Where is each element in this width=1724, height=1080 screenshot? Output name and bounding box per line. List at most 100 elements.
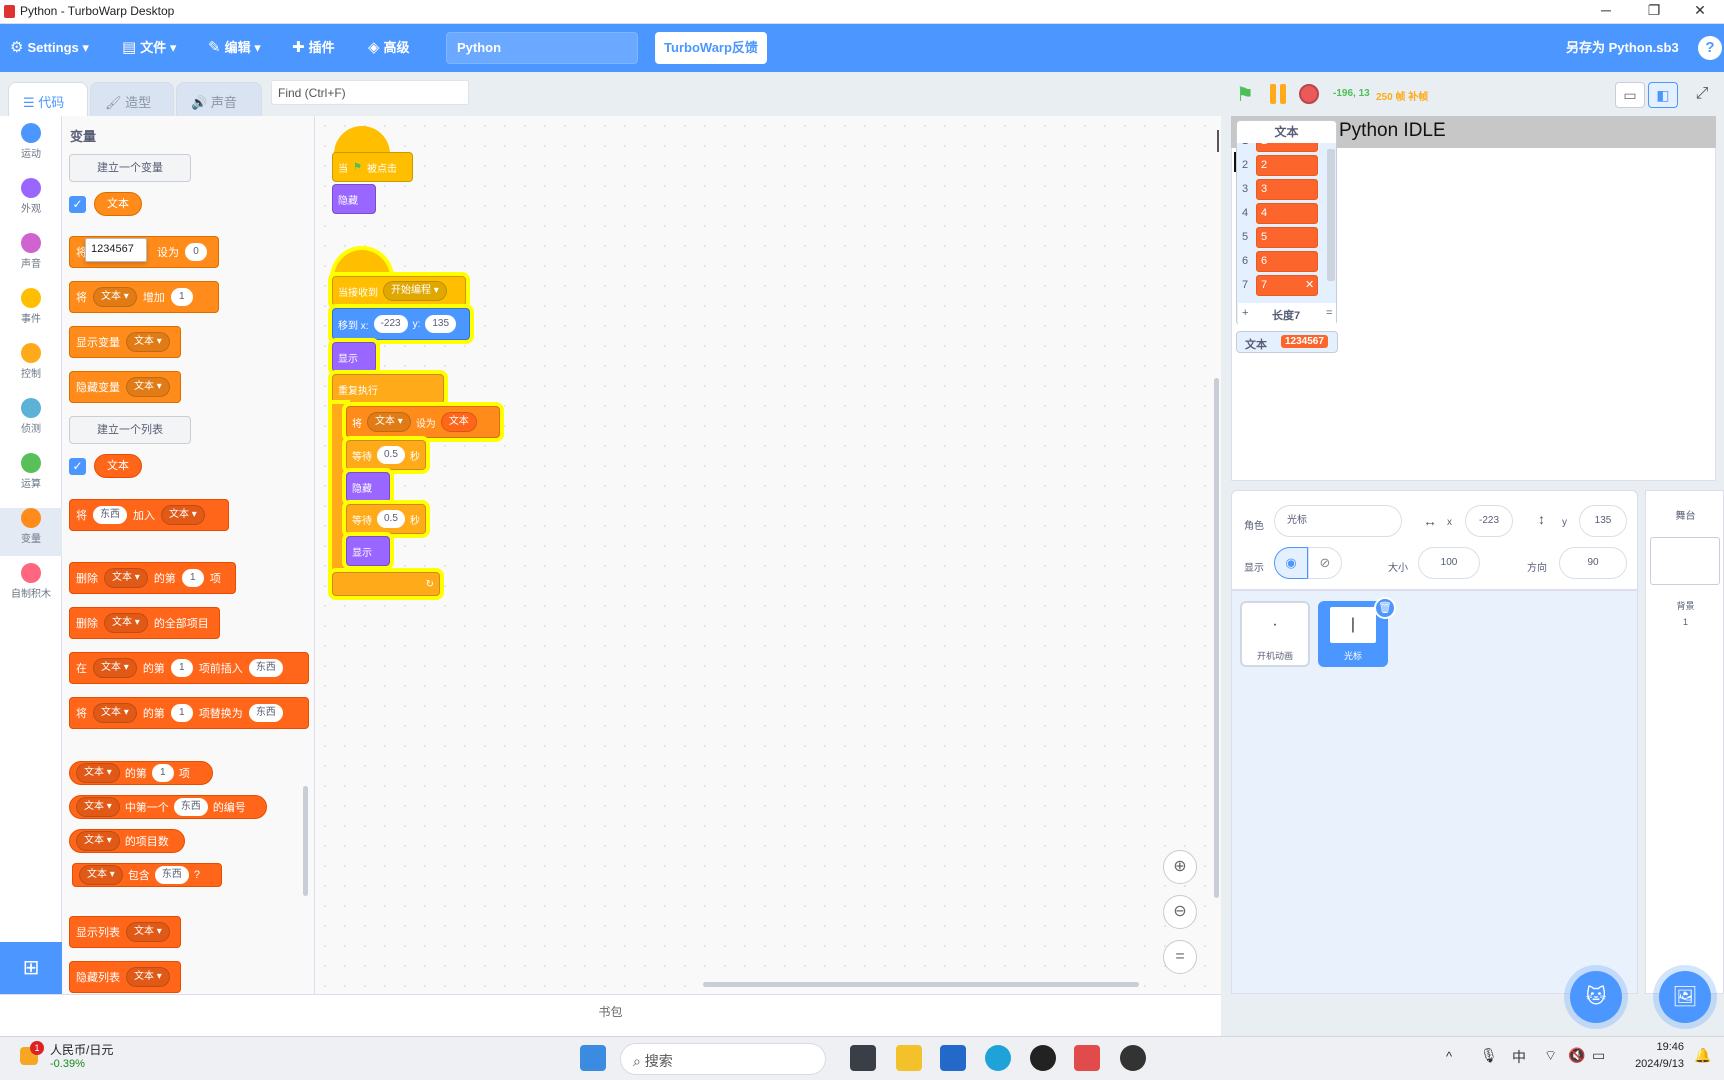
- small-stage-icon[interactable]: ▭: [1615, 82, 1645, 108]
- pause-icon[interactable]: [1268, 84, 1288, 104]
- turbowarp-taskbar-icon[interactable]: [1074, 1045, 1100, 1071]
- help-button[interactable]: ?: [1698, 36, 1722, 60]
- set-variable-block[interactable]: 将文本 ▾ 设为 文本: [346, 406, 500, 438]
- category-item[interactable]: 变量: [0, 508, 62, 556]
- minimize-icon[interactable]: ─: [1586, 2, 1626, 22]
- hide-sprite-eye-icon[interactable]: ⊘: [1308, 547, 1342, 579]
- size-input[interactable]: 100: [1418, 547, 1480, 579]
- category-item[interactable]: 控制: [0, 343, 62, 391]
- find-input[interactable]: Find (Ctrl+F): [271, 80, 469, 105]
- tab-code[interactable]: ☰ 代码: [8, 82, 88, 118]
- category-item[interactable]: 外观: [0, 178, 62, 226]
- horizontal-scrollbar[interactable]: [703, 982, 1139, 987]
- add-sprite-button[interactable]: 🐱: [1570, 971, 1622, 1023]
- list-item[interactable]: 11: [1237, 143, 1336, 153]
- zoom-reset-icon[interactable]: =: [1163, 940, 1197, 974]
- store-icon[interactable]: [940, 1045, 966, 1071]
- change-variable-block[interactable]: 将文本 ▾ 增加 1: [69, 281, 219, 313]
- list-contains-boolean[interactable]: 文本 ▾ 包含 东西?: [72, 863, 222, 887]
- length-of-list-reporter[interactable]: 文本 ▾ 的项目数: [69, 829, 185, 853]
- show-block[interactable]: 显示: [332, 342, 376, 372]
- list-item[interactable]: 66: [1237, 249, 1336, 273]
- list-item[interactable]: 22: [1237, 153, 1336, 177]
- x-input[interactable]: -223: [1465, 505, 1513, 537]
- delete-item-block[interactable]: 删除 文本 ▾ 的第 1 项: [69, 562, 236, 594]
- list-scrollbar[interactable]: [1327, 149, 1335, 281]
- list-reporter[interactable]: 文本: [94, 454, 142, 478]
- zoom-in-icon[interactable]: ⊕: [1163, 850, 1197, 884]
- add-backdrop-button[interactable]: 🖼: [1659, 971, 1711, 1023]
- green-flag-icon[interactable]: ⚑: [1236, 82, 1256, 106]
- file-explorer-icon[interactable]: [896, 1045, 922, 1071]
- list-item-value[interactable]: 3: [1256, 179, 1318, 200]
- taskbar-search[interactable]: ⌕ 搜索: [620, 1043, 826, 1075]
- obs-icon[interactable]: [1120, 1045, 1146, 1071]
- hide-block[interactable]: 隐藏: [332, 184, 376, 214]
- start-icon[interactable]: [580, 1045, 606, 1071]
- list-item-value[interactable]: 5: [1256, 227, 1318, 248]
- add-to-list-block[interactable]: 将东西 加入 文本 ▾: [69, 499, 229, 531]
- stage-selector[interactable]: 舞台 背景 1: [1645, 490, 1724, 994]
- list-monitor[interactable]: 文本 11223344556677✕ + 长度7 =: [1236, 120, 1337, 325]
- advanced-menu[interactable]: ◈ 高级: [368, 24, 410, 72]
- close-icon[interactable]: ✕: [1305, 278, 1314, 291]
- make-variable-button[interactable]: 建立一个变量: [69, 154, 191, 182]
- list-item[interactable]: 7 7 ✕: [1237, 273, 1336, 297]
- list-item[interactable]: 33: [1237, 177, 1336, 201]
- show-block[interactable]: 显示: [346, 536, 390, 566]
- file-menu[interactable]: ▤ 文件 ▾: [122, 24, 176, 72]
- list-add-button[interactable]: +: [1242, 307, 1248, 319]
- sprite-tile[interactable]: · 开机动画: [1240, 601, 1310, 667]
- project-title-input[interactable]: Python: [446, 32, 638, 64]
- list-item[interactable]: 44: [1237, 201, 1336, 225]
- save-as-button[interactable]: 另存为 Python.sb3: [1566, 24, 1679, 72]
- wait-block[interactable]: 等待 0.5 秒: [346, 440, 426, 470]
- variable-checkbox[interactable]: ✓: [69, 196, 86, 213]
- category-item[interactable]: 声音: [0, 233, 62, 281]
- task-view-icon[interactable]: [850, 1045, 876, 1071]
- list-item[interactable]: 55: [1237, 225, 1336, 249]
- when-flag-clicked-block[interactable]: 当 ⚑ 被点击: [332, 152, 413, 182]
- ime-indicator[interactable]: 中: [1512, 1047, 1526, 1067]
- y-input[interactable]: 135: [1579, 505, 1627, 537]
- edge-icon[interactable]: [985, 1045, 1011, 1071]
- list-item-value[interactable]: 1: [1256, 143, 1318, 152]
- item-of-list-reporter[interactable]: 文本 ▾ 的第 1 项: [69, 761, 213, 785]
- hide-variable-block[interactable]: 隐藏变量 文本 ▾: [69, 371, 181, 403]
- hide-block[interactable]: 隐藏: [346, 472, 390, 502]
- when-receive-block[interactable]: 当接收到 开始编程 ▾: [332, 276, 466, 306]
- restore-icon[interactable]: ❐: [1634, 2, 1674, 22]
- stock-name[interactable]: 人民币/日元: [50, 1041, 113, 1058]
- category-item[interactable]: 自制积木: [0, 563, 62, 611]
- direction-input[interactable]: 90: [1559, 547, 1627, 579]
- variable-reporter[interactable]: 文本: [94, 192, 142, 216]
- make-list-button[interactable]: 建立一个列表: [69, 416, 191, 444]
- clock-date[interactable]: 2024/9/13: [1618, 1058, 1684, 1070]
- category-item[interactable]: 事件: [0, 288, 62, 336]
- wifi-icon[interactable]: ⌔: [1544, 1047, 1557, 1065]
- show-variable-block[interactable]: 显示变量 文本 ▾: [69, 326, 181, 358]
- script-area[interactable]: 当 ⚑ 被点击 隐藏 当接收到 开始编程 ▾ 移到 x: -223 y: 135 显示 重复…: [315, 116, 1221, 994]
- notification-bell-icon[interactable]: 🔔: [1694, 1047, 1711, 1064]
- show-list-block[interactable]: 显示列表 文本 ▾: [69, 916, 181, 948]
- sprite-name-input[interactable]: 光标: [1274, 505, 1402, 537]
- microphone-icon[interactable]: 🎙: [1480, 1047, 1498, 1064]
- list-item-value[interactable]: 2: [1256, 155, 1318, 176]
- category-item[interactable]: 运动: [0, 123, 62, 171]
- clock-time[interactable]: 19:46: [1624, 1041, 1684, 1053]
- zoom-out-icon[interactable]: ⊖: [1163, 895, 1197, 929]
- palette-scrollbar[interactable]: [303, 786, 308, 896]
- feedback-button[interactable]: TurboWarp反馈: [655, 32, 767, 64]
- add-extension-button[interactable]: ⊞: [0, 942, 62, 994]
- hide-list-block[interactable]: 隐藏列表 文本 ▾: [69, 961, 181, 993]
- list-resize-handle[interactable]: =: [1326, 307, 1332, 319]
- variable-monitor[interactable]: 文本 1234567: [1236, 331, 1338, 353]
- index-of-item-reporter[interactable]: 文本 ▾ 中第一个 东西 的编号: [69, 795, 267, 819]
- delete-sprite-icon[interactable]: 🗑: [1374, 597, 1396, 619]
- close-icon[interactable]: ✕: [1680, 2, 1720, 22]
- vertical-scrollbar[interactable]: [1214, 378, 1219, 898]
- forever-block[interactable]: 重复执行: [332, 374, 444, 404]
- delete-all-block[interactable]: 删除 文本 ▾ 的全部项目: [69, 607, 220, 639]
- list-item-value[interactable]: 4: [1256, 203, 1318, 224]
- goto-xy-block[interactable]: 移到 x: -223 y: 135: [332, 308, 470, 340]
